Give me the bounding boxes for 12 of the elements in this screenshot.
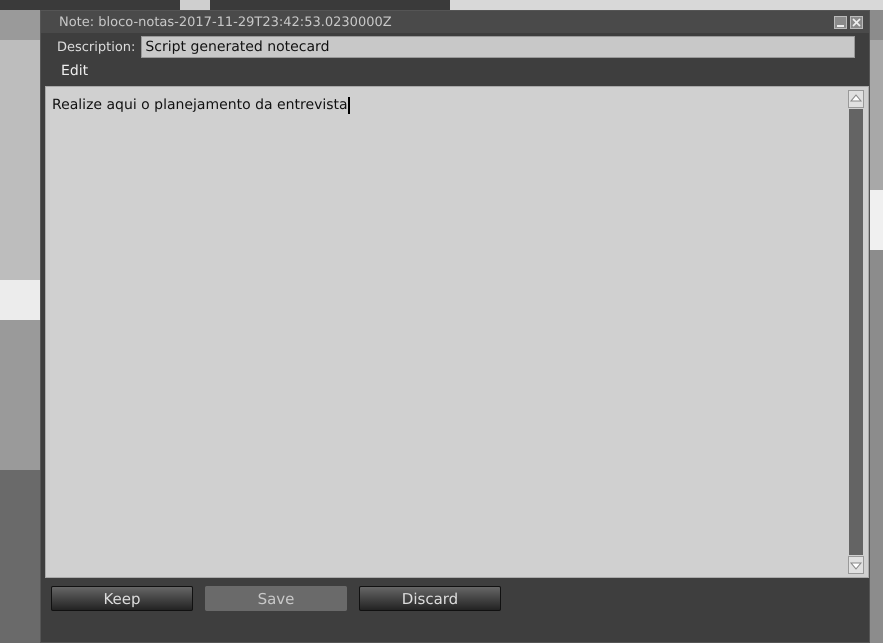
close-icon[interactable] [850, 16, 863, 28]
window-title: Note: bloco-notas-2017-11-29T23:42:53.0230000Z [59, 14, 392, 30]
description-field[interactable]: Script generated notecard [141, 36, 855, 58]
description-label: Description: [57, 40, 136, 54]
action-button[interactable]: Keep [51, 586, 193, 611]
minimize-icon[interactable] [834, 16, 847, 28]
action-button[interactable]: Discard [359, 586, 501, 611]
note-text: Realize aqui o planejamento da entrevista [52, 97, 348, 113]
scroll-up-icon[interactable] [848, 90, 864, 108]
menu-item[interactable]: Edit [61, 63, 88, 79]
text-editor[interactable]: Realize aqui o planejamento da entrevista [45, 86, 869, 578]
scroll-down-icon[interactable] [848, 556, 864, 574]
